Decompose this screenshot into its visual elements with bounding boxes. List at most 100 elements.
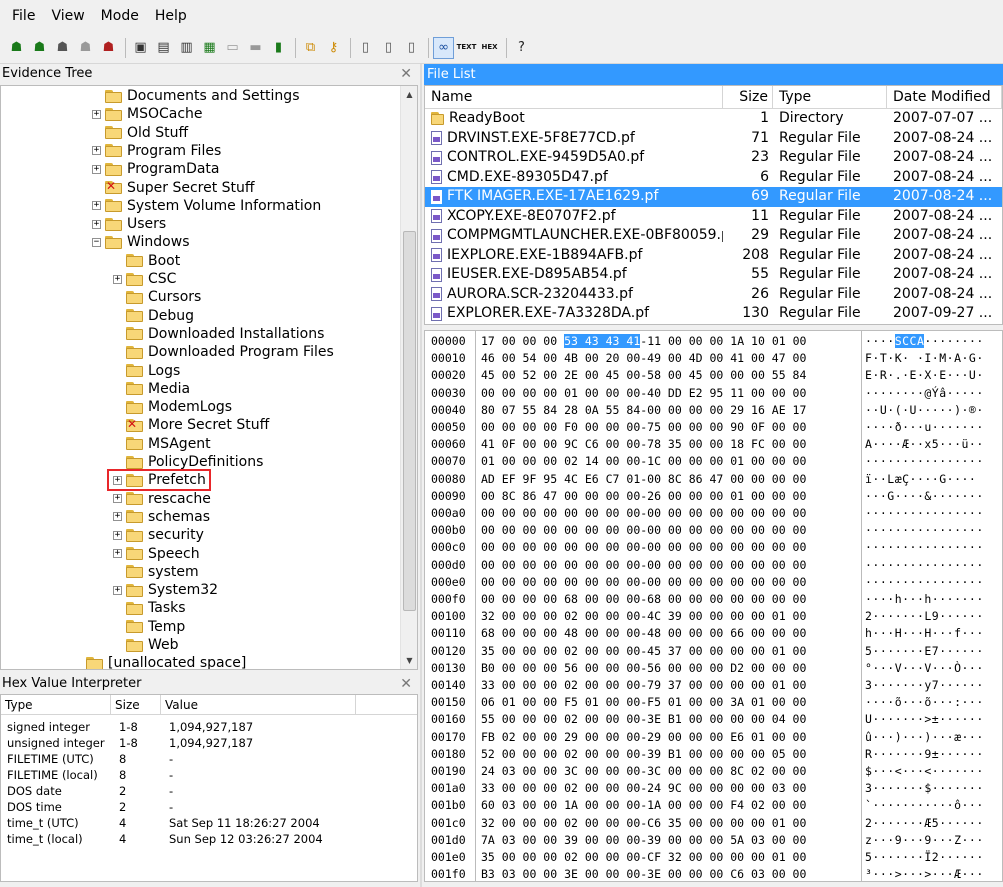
add-all-evidence-icon[interactable]: ☗ [29,37,50,59]
tree-item[interactable]: + Program Files [92,142,221,160]
expand-icon[interactable]: + [113,530,122,540]
tree-item[interactable]: Downloaded Program Files [113,343,334,361]
tree-item[interactable]: ✕ Super Secret Stuff [92,179,255,197]
column-header-name[interactable]: Name [425,86,723,108]
file-row[interactable]: AURORA.SCR-23204433.pf 26 Regular File 2007… [425,285,1002,305]
hex-row[interactable]: 00150 06 01 00 00 F5 01 00 00-F5 01 00 00… [425,693,1002,711]
remove-all-evidence-icon[interactable]: ☗ [98,37,119,59]
expand-icon[interactable]: + [92,219,101,229]
hex-row[interactable]: 00100 32 00 00 00 02 00 00 00-4C 39 00 00… [425,607,1002,625]
close-icon[interactable]: ✕ [400,64,412,84]
hex-row[interactable]: 000c0 00 00 00 00 00 00 00 00-00 00 00 00… [425,538,1002,556]
verify-drive-icon[interactable]: ▬ [245,37,266,59]
expand-icon[interactable]: + [113,494,122,504]
hex-row[interactable]: 001b0 60 03 00 00 1A 00 00 00-1A 00 00 00… [425,796,1002,814]
hex-row[interactable]: 001a0 33 00 00 00 02 00 00 00-24 9C 00 00… [425,779,1002,797]
scroll-up-icon[interactable]: ▲ [401,86,417,103]
tree-item[interactable]: + System32 [113,581,218,599]
tree-item[interactable]: + schemas [113,508,210,526]
help-icon[interactable]: ? [511,37,532,59]
expand-icon[interactable]: + [92,146,101,156]
menu-file[interactable]: File [4,6,43,26]
hex-row[interactable]: 00050 00 00 00 00 F0 00 00 00-75 00 00 00… [425,418,1002,436]
column-header-size[interactable]: Size [723,86,773,108]
image-mounting-icon[interactable]: ☗ [52,37,73,59]
column-header-size[interactable]: Size [111,695,161,714]
hex-row[interactable]: 00030 00 00 00 00 01 00 00 00-40 DD E2 95… [425,384,1002,402]
auto-view-icon[interactable]: ∞ [433,36,454,59]
detect-encryption-icon[interactable]: ⚷ [323,37,344,59]
tree-item[interactable]: Old Stuff [92,124,188,142]
file-row[interactable]: DRVINST.EXE-5F8E77CD.pf 71 Regular File 200… [425,129,1002,149]
hex-view-button[interactable]: HEX [479,37,500,59]
hex-row[interactable]: 000d0 00 00 00 00 00 00 00 00-00 00 00 00… [425,556,1002,574]
tree-item[interactable]: Cursors [113,288,201,306]
tree-item[interactable]: ✕ More Secret Stuff [113,416,269,434]
add-to-custom-content-icon[interactable]: ▦ [199,37,220,59]
hex-row[interactable]: 000b0 00 00 00 00 00 00 00 00-00 00 00 00… [425,521,1002,539]
expand-icon[interactable]: + [113,512,122,522]
tree-item[interactable]: PolicyDefinitions [113,453,263,471]
file-row[interactable]: EXPLORER.EXE-7A3328DA.pf 130 Regular File 2… [425,304,1002,324]
tree-item[interactable]: − Windows [92,233,190,251]
hex-row[interactable]: 000a0 00 00 00 00 00 00 00 00-00 00 00 00… [425,504,1002,522]
text-view-button[interactable]: TEXT [456,37,477,59]
scroll-thumb[interactable] [403,231,416,611]
tree-item[interactable]: Tasks [113,599,186,617]
hex-row[interactable]: 00110 68 00 00 00 48 00 00 00-48 00 00 00… [425,624,1002,642]
tree-item[interactable]: + Users [92,215,166,233]
file-row[interactable]: CONTROL.EXE-9459D5A0.pf 23 Regular File 200… [425,148,1002,168]
tree-item[interactable]: Documents and Settings [92,87,299,105]
new-page-icon[interactable]: ▯ [355,37,376,59]
tree-item[interactable]: Web [113,636,179,654]
hex-row[interactable]: 00040 80 07 55 84 28 0A 55 84-00 00 00 00… [425,401,1002,419]
hex-row[interactable]: 00000 17 00 00 00 53 43 43 41-11 00 00 00… [425,332,1002,350]
hex-row[interactable]: 00090 00 8C 86 47 00 00 00 00-26 00 00 00… [425,487,1002,505]
tree-item[interactable]: [unallocated space] [73,654,246,669]
file-row[interactable]: ReadyBoot 1 Directory 2007-07-07 ... [425,109,1002,129]
hex-row[interactable]: 00130 B0 00 00 00 56 00 00 00-56 00 00 00… [425,659,1002,677]
close-icon[interactable]: ✕ [400,674,412,694]
export-disk-image-icon[interactable]: ▤ [153,37,174,59]
properties-icon[interactable]: ▯ [378,37,399,59]
column-header-date-modified[interactable]: Date Modified [887,86,1002,108]
hex-row[interactable]: 001d0 7A 03 00 00 39 00 00 00-39 00 00 00… [425,831,1002,849]
tree-item[interactable]: + ProgramData [92,160,220,178]
expand-icon[interactable]: + [92,109,101,119]
tree-item[interactable]: + CSC [113,270,176,288]
remove-evidence-icon[interactable]: ☗ [75,37,96,59]
hex-row[interactable]: 001e0 35 00 00 00 02 00 00 00-CF 32 00 00… [425,848,1002,866]
file-row[interactable]: CMD.EXE-89305D47.pf 6 Regular File 2007-08-… [425,168,1002,188]
tree-item[interactable]: Boot [113,252,180,270]
tree-item[interactable]: Logs [113,362,180,380]
file-row[interactable]: XCOPY.EXE-8E0707F2.pf 11 Regular File 2007-… [425,207,1002,227]
scroll-down-icon[interactable]: ▼ [401,652,417,669]
hex-row[interactable]: 000e0 00 00 00 00 00 00 00 00-00 00 00 00… [425,573,1002,591]
tree-item[interactable]: MSAgent [113,435,211,453]
file-row[interactable]: IEUSER.EXE-D895AB54.pf 55 Regular File 2007… [425,265,1002,285]
panel-splitter[interactable] [420,64,422,887]
menu-view[interactable]: View [43,6,92,26]
tree-item[interactable]: Media [113,380,190,398]
hex-row[interactable]: 00080 AD EF 9F 95 4C E6 C7 01-00 8C 86 47… [425,470,1002,488]
hex-row[interactable]: 00060 41 0F 00 00 9C C6 00 00-78 35 00 00… [425,435,1002,453]
hex-row[interactable]: 00160 55 00 00 00 02 00 00 00-3E B1 00 00… [425,710,1002,728]
expand-icon[interactable]: + [92,164,101,174]
tree-item[interactable]: + rescache [113,490,211,508]
collapse-icon[interactable]: − [92,237,101,247]
column-header-value[interactable]: Value [161,695,356,714]
tree-item[interactable]: Temp [113,618,185,636]
expand-icon[interactable]: + [113,549,122,558]
capture-memory-icon[interactable]: ▮ [268,37,289,59]
hex-row[interactable]: 001f0 B3 03 00 00 3E 00 00 00-3E 00 00 00… [425,865,1002,881]
hex-row[interactable]: 00190 24 03 00 00 3C 00 00 00-3C 00 00 00… [425,762,1002,780]
hex-row[interactable]: 00140 33 00 00 00 02 00 00 00-79 37 00 00… [425,676,1002,694]
column-header-type[interactable]: Type [1,695,111,714]
create-disk-image-icon[interactable]: ▣ [130,37,151,59]
tree-item[interactable]: + System Volume Information [92,197,321,215]
file-row[interactable]: COMPMGMTLAUNCHER.EXE-0BF80059.pf 29 Regula… [425,226,1002,246]
menu-mode[interactable]: Mode [93,6,147,26]
tree-item[interactable]: system [113,563,199,581]
column-header-type[interactable]: Type [773,86,887,108]
tree-item[interactable]: ModemLogs [113,398,232,416]
